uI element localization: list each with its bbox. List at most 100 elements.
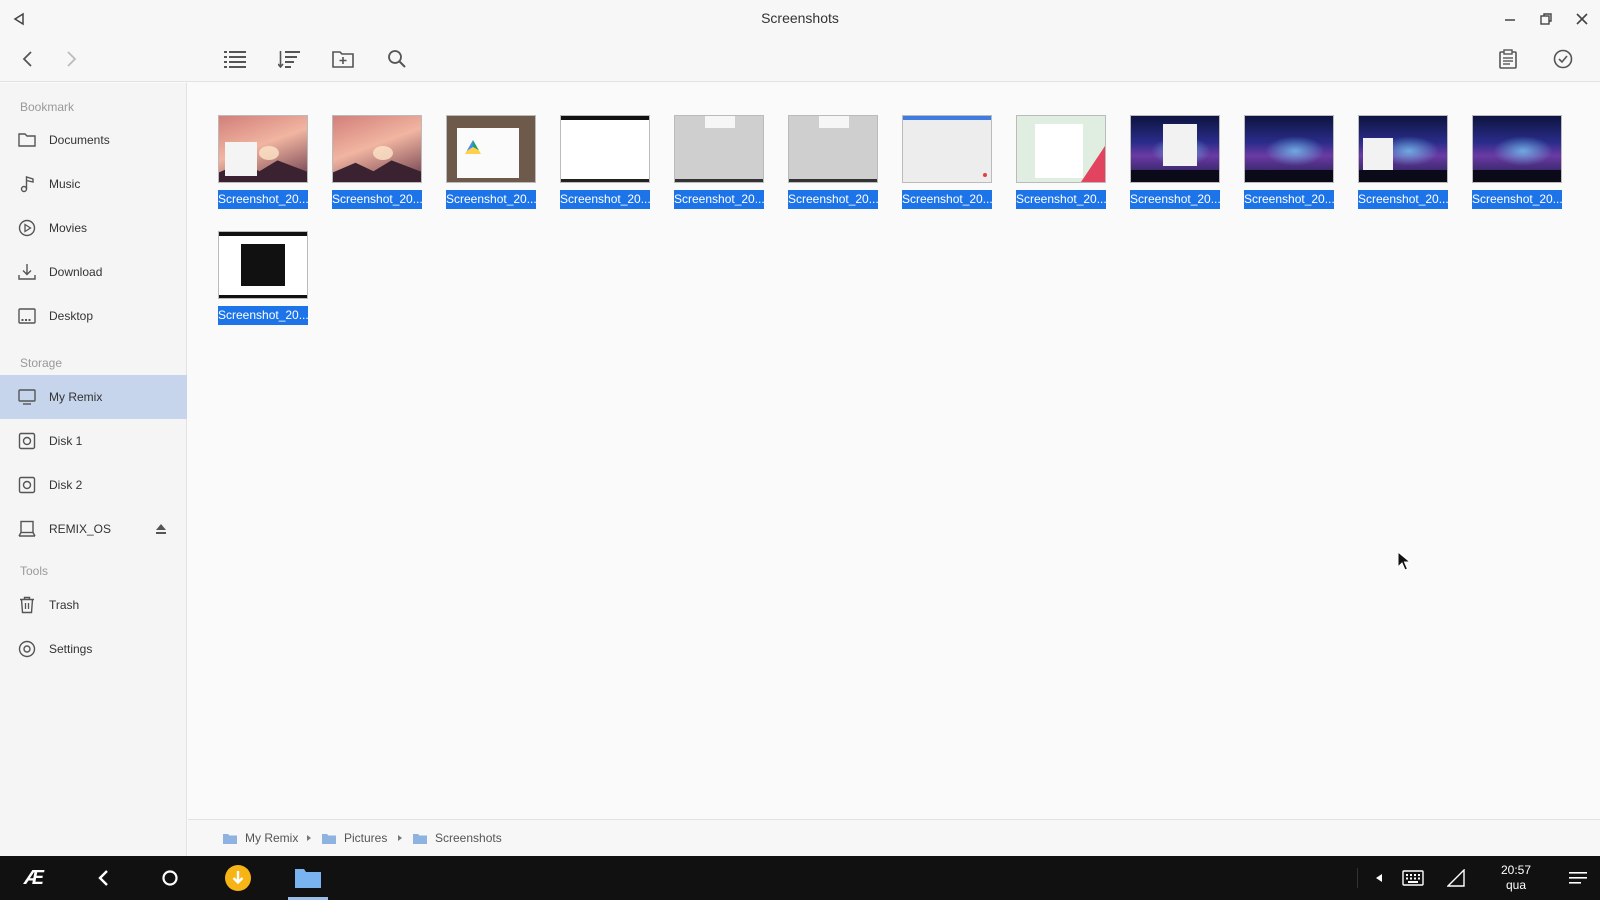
thumbnail (1358, 115, 1448, 183)
downloader-app-icon[interactable] (224, 864, 252, 892)
sidebar-item-disk-2[interactable]: Disk 2 (0, 463, 187, 507)
desktop-icon (18, 307, 36, 325)
breadcrumb-label: My Remix (245, 831, 299, 845)
file-name: Screenshot_20... (1130, 190, 1220, 209)
music-note-icon (18, 175, 36, 193)
file-grid: Screenshot_20... Screenshot_20... Screen… (218, 115, 1598, 327)
file-item[interactable]: Screenshot_20... (674, 115, 764, 211)
sidebar-item-label: Music (49, 177, 81, 191)
thumbnail (218, 231, 308, 299)
sidebar-item-remix-os[interactable]: REMIX_OS (0, 507, 187, 551)
file-name: Screenshot_20... (902, 190, 992, 209)
file-name: Screenshot_20... (674, 190, 764, 209)
thumbnail (560, 115, 650, 183)
start-button[interactable]: Æ (20, 864, 48, 892)
play-circle-icon (18, 219, 36, 237)
tray-divider (1357, 868, 1358, 888)
file-item[interactable]: Screenshot_20... (1016, 115, 1106, 211)
sidebar-item-label: Disk 1 (49, 434, 83, 448)
disk-icon (18, 432, 36, 450)
folder-icon (223, 833, 237, 844)
file-name: Screenshot_20... (1244, 190, 1334, 209)
thumbnail (1244, 115, 1334, 183)
minimize-icon[interactable] (1499, 8, 1521, 30)
search-icon[interactable] (383, 45, 411, 73)
file-name: Screenshot_20... (560, 190, 650, 209)
new-folder-icon[interactable] (329, 45, 357, 73)
file-item[interactable]: Screenshot_20... (1130, 115, 1220, 211)
breadcrumb-item-my-remix[interactable]: My Remix (223, 831, 298, 845)
nav-forward-icon[interactable] (57, 45, 85, 73)
section-heading-tools: Tools (20, 564, 49, 578)
sidebar-item-disk-1[interactable]: Disk 1 (0, 419, 187, 463)
file-item[interactable]: Screenshot_20... (1244, 115, 1334, 211)
thumbnail (218, 115, 308, 183)
download-icon (18, 263, 36, 281)
file-name: Screenshot_20... (788, 190, 878, 209)
file-item[interactable]: Screenshot_20... (788, 115, 878, 211)
thumbnail (1472, 115, 1562, 183)
file-item[interactable]: Screenshot_20... (332, 115, 422, 211)
file-item[interactable]: Screenshot_20... (1472, 115, 1562, 211)
restore-icon[interactable] (1535, 8, 1557, 30)
sidebar-item-documents[interactable]: Documents (0, 118, 187, 162)
signal-icon[interactable] (1442, 864, 1470, 892)
sidebar-item-label: Disk 2 (49, 478, 83, 492)
file-item[interactable]: Screenshot_20... (218, 231, 308, 327)
notification-menu-icon[interactable] (1564, 864, 1592, 892)
home-circle-icon[interactable] (156, 864, 184, 892)
thumbnail (674, 115, 764, 183)
breadcrumb-item-pictures[interactable]: Pictures (322, 831, 387, 845)
eject-icon[interactable] (154, 522, 168, 536)
window-title: Screenshots (761, 10, 839, 26)
breadcrumb-item-screenshots[interactable]: Screenshots (413, 831, 502, 845)
breadcrumb-label: Screenshots (435, 831, 502, 845)
sidebar-item-music[interactable]: Music (0, 162, 187, 206)
sidebar-item-label: Settings (49, 642, 93, 656)
file-item[interactable]: Screenshot_20... (218, 115, 308, 211)
clock[interactable]: 20:57 qua (1490, 863, 1542, 893)
sidebar-item-label: Desktop (49, 309, 94, 323)
monitor-icon (18, 388, 36, 406)
file-item[interactable]: Screenshot_20... (446, 115, 536, 211)
thumbnail (902, 115, 992, 183)
sidebar-item-label: My Remix (49, 390, 103, 404)
start-logo-icon: Æ (24, 866, 44, 889)
sidebar: Bookmark Documents Music Movies Download… (0, 83, 187, 856)
back-icon[interactable] (89, 864, 117, 892)
file-item[interactable]: Screenshot_20... (902, 115, 992, 211)
sidebar-item-my-remix[interactable]: My Remix (0, 375, 187, 419)
sidebar-item-download[interactable]: Download (0, 250, 187, 294)
select-all-check-icon[interactable] (1549, 45, 1577, 73)
drive-icon (18, 520, 36, 538)
sort-icon[interactable] (275, 45, 303, 73)
list-view-icon[interactable] (221, 45, 249, 73)
sidebar-item-settings[interactable]: Settings (0, 627, 187, 671)
file-name: Screenshot_20... (446, 190, 536, 209)
file-grid-area[interactable]: Screenshot_20... Screenshot_20... Screen… (188, 83, 1600, 819)
file-item[interactable]: Screenshot_20... (1358, 115, 1448, 211)
sidebar-item-label: REMIX_OS (49, 522, 112, 536)
clock-day: qua (1505, 878, 1527, 892)
sidebar-item-trash[interactable]: Trash (0, 583, 187, 627)
sidebar-item-movies[interactable]: Movies (0, 206, 187, 250)
keyboard-icon[interactable] (1399, 864, 1427, 892)
sidebar-item-label: Download (49, 265, 103, 279)
tray-expand-arrow-icon[interactable] (1365, 864, 1393, 892)
nav-back-icon[interactable] (14, 45, 42, 73)
chevron-right-icon (307, 835, 311, 841)
file-name: Screenshot_20... (1358, 190, 1448, 209)
file-manager-app-icon[interactable] (292, 864, 324, 892)
thumbnail (788, 115, 878, 183)
file-name: Screenshot_20... (218, 190, 308, 209)
trash-icon (18, 596, 36, 614)
folder-icon (413, 833, 427, 844)
folder-icon (322, 833, 336, 844)
sidebar-item-desktop[interactable]: Desktop (0, 294, 187, 338)
file-item[interactable]: Screenshot_20... (560, 115, 650, 211)
title-bar: Screenshots (0, 0, 1600, 36)
thumbnail (446, 115, 536, 183)
sidebar-item-label: Trash (49, 598, 80, 612)
clipboard-icon[interactable] (1494, 45, 1522, 73)
close-icon[interactable] (1571, 8, 1593, 30)
